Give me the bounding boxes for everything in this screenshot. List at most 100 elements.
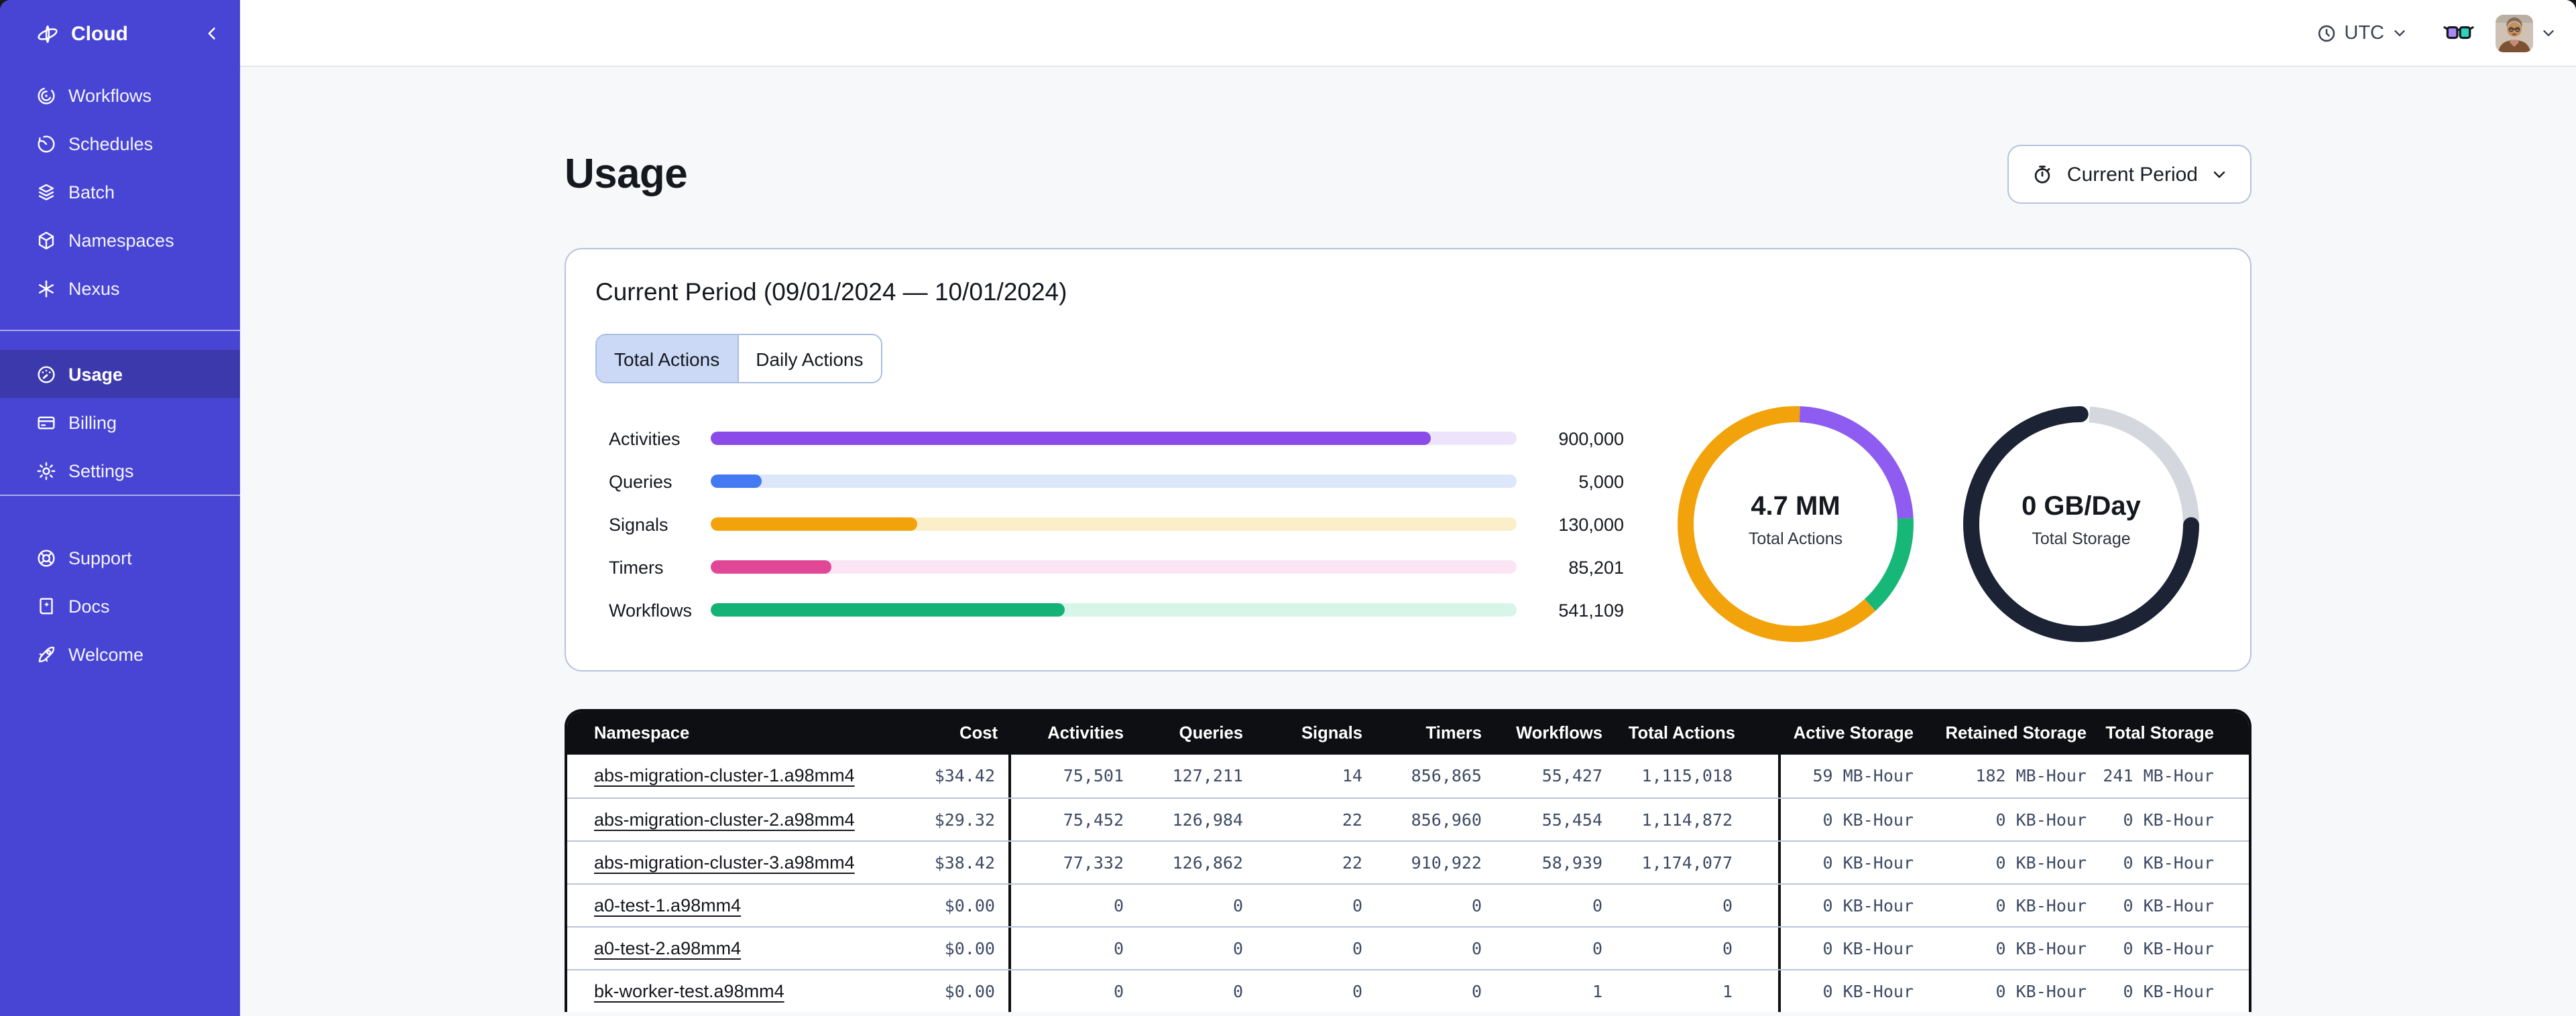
table-cell: 0 KB-Hour: [2123, 810, 2214, 830]
table-cell: 182 MB-Hour: [1975, 765, 2087, 785]
sidebar-item-namespaces[interactable]: Namespaces: [0, 216, 240, 264]
sidebar-item-label: Support: [68, 548, 132, 568]
book-icon: [35, 594, 58, 617]
tab-total-actions[interactable]: Total Actions: [597, 335, 738, 382]
sidebar-item-label: Welcome: [68, 644, 144, 664]
table-cell: 0: [1232, 938, 1243, 958]
namespace-link[interactable]: a0-test-2.a98mm4: [594, 938, 741, 958]
namespace-link[interactable]: bk-worker-test.a98mm4: [594, 981, 784, 1001]
column-header-active-storage: Active Storage: [1793, 722, 1914, 743]
table-row: abs-migration-cluster-2.a98mm4 $29.32 75,4…: [567, 798, 2249, 840]
sidebar-item-label: Billing: [68, 412, 117, 432]
sidebar-item-label: Namespaces: [68, 230, 174, 250]
sidebar-item-support[interactable]: Support: [0, 533, 240, 582]
namespace-link[interactable]: abs-migration-cluster-1.a98mm4: [594, 765, 855, 785]
gauge-icon: [35, 363, 58, 385]
table-cell: 0 KB-Hour: [1822, 852, 1914, 873]
table-cell: 0 KB-Hour: [1995, 810, 2087, 830]
nexus-icon: [35, 277, 58, 300]
sidebar-item-batch[interactable]: Batch: [0, 168, 240, 216]
table-cell: bk-worker-test.a98mm4: [567, 970, 884, 1012]
sidebar-item-schedules[interactable]: Schedules: [0, 119, 240, 168]
table-cell: 75,452: [1063, 810, 1124, 830]
table-cell: $0.00: [884, 885, 1011, 926]
bar-track: [711, 603, 1517, 617]
table-cell: 14: [1342, 765, 1362, 785]
table-cell: $38.42: [884, 842, 1011, 883]
gear-icon: [35, 459, 58, 482]
table-cell: 0 KB-Hour: [1995, 938, 2087, 958]
table-cell: 0 KB-Hour: [2123, 981, 2214, 1001]
table-cell: 0: [1471, 981, 1482, 1001]
table-cell: 22: [1342, 810, 1362, 830]
table-cell: 0: [1592, 895, 1602, 915]
glasses-icon: [2443, 23, 2474, 43]
sidebar-item-label: Usage: [68, 364, 123, 384]
timezone-selector[interactable]: UTC: [2316, 22, 2408, 44]
account-menu[interactable]: [2496, 14, 2557, 52]
column-header-signals: Signals: [1301, 722, 1362, 743]
sidebar: Cloud Workflows Schedules Batch Namespac…: [0, 0, 240, 1016]
sidebar-item-billing[interactable]: Billing: [0, 398, 240, 446]
sidebar-item-label: Nexus: [68, 278, 120, 298]
bar-value: 541,109: [1558, 600, 1624, 620]
table-cell: 126,984: [1172, 810, 1243, 830]
usage-bar-chart: Activities 900,000 Queries 5,000 Signals 130,…: [595, 428, 1678, 621]
namespace-link[interactable]: abs-migration-cluster-3.a98mm4: [594, 852, 855, 873]
page-content: Usage Current Period Current Period (09/…: [240, 67, 2576, 1016]
table-cell: 0: [1113, 938, 1124, 958]
main-area: UTC Usage Current Period Current Period …: [240, 0, 2576, 1016]
bar-fill: [711, 603, 1065, 617]
schedules-icon: [35, 132, 58, 155]
sidebar-item-label: Workflows: [68, 85, 152, 105]
sidebar-group-workspace: Workflows Schedules Batch Namespaces Nex…: [0, 71, 240, 312]
chevron-down-icon: [2210, 165, 2229, 184]
table-cell: 0 KB-Hour: [1822, 895, 1914, 915]
namespace-link[interactable]: a0-test-1.a98mm4: [594, 895, 741, 915]
table-cell: 0 KB-Hour: [2123, 895, 2214, 915]
table-cell: 126,862: [1172, 852, 1243, 873]
sidebar-item-workflows[interactable]: Workflows: [0, 71, 240, 119]
namespace-link[interactable]: abs-migration-cluster-2.a98mm4: [594, 810, 855, 830]
sidebar-item-welcome[interactable]: Welcome: [0, 630, 240, 678]
table-cell: 0 KB-Hour: [1995, 981, 2087, 1001]
total-storage-donut: 0 GB/Day Total Storage: [1963, 406, 2199, 642]
table-cell: 1,174,077: [1613, 842, 1781, 883]
bar-track: [711, 474, 1517, 488]
table-row: a0-test-2.a98mm4 $0.00 0 0 0 0 0 0 0 KB-Hour 0 KB…: [567, 926, 2249, 969]
total-actions-donut: 4.7 MM Total Actions: [1678, 406, 1914, 642]
billing-icon: [35, 411, 58, 434]
sidebar-collapse-button[interactable]: [202, 24, 221, 43]
theme-glasses-button[interactable]: [2443, 23, 2474, 43]
table-row: a0-test-1.a98mm4 $0.00 0 0 0 0 0 0 0 KB-Hour 0 KB…: [567, 883, 2249, 926]
app-window: Cloud Workflows Schedules Batch Namespac…: [0, 0, 2576, 1016]
sidebar-item-label: Batch: [68, 182, 115, 202]
table-cell: 0 KB-Hour: [2123, 852, 2214, 873]
table-cell: 1,114,872: [1613, 799, 1781, 840]
donut-value: 0 GB/Day: [2022, 492, 2141, 521]
batch-icon: [35, 180, 58, 203]
lifebuoy-icon: [35, 546, 58, 569]
bar-fill: [711, 517, 917, 531]
sidebar-item-nexus[interactable]: Nexus: [0, 264, 240, 312]
sidebar-item-docs[interactable]: Docs: [0, 582, 240, 630]
table-header-row: Namespace Cost Activities Queries Signals Tim…: [567, 712, 2249, 755]
bar-label: Timers: [609, 557, 664, 577]
table-cell: 0 KB-Hour: [1822, 981, 1914, 1001]
sidebar-item-usage[interactable]: Usage: [0, 350, 240, 398]
namespace-usage-table: Namespace Cost Activities Queries Signals Tim…: [565, 709, 2251, 1012]
table-cell: 0: [1592, 938, 1602, 958]
table-cell: 59 MB-Hour: [1812, 765, 1914, 785]
sidebar-item-label: Docs: [68, 596, 110, 616]
sidebar-item-settings[interactable]: Settings: [0, 446, 240, 495]
sidebar-header: Cloud: [0, 0, 240, 67]
column-header-timers: Timers: [1425, 722, 1482, 743]
sidebar-group-account: Usage Billing Settings: [0, 331, 240, 495]
donut-label: Total Actions: [1748, 529, 1843, 548]
period-selector-button[interactable]: Current Period: [2007, 145, 2251, 204]
table-cell: 910,922: [1411, 852, 1482, 873]
bar-label: Workflows: [609, 600, 693, 620]
column-header-total-actions: Total Actions: [1628, 722, 1735, 743]
tab-daily-actions[interactable]: Daily Actions: [737, 335, 881, 382]
page-title: Usage: [565, 150, 688, 197]
